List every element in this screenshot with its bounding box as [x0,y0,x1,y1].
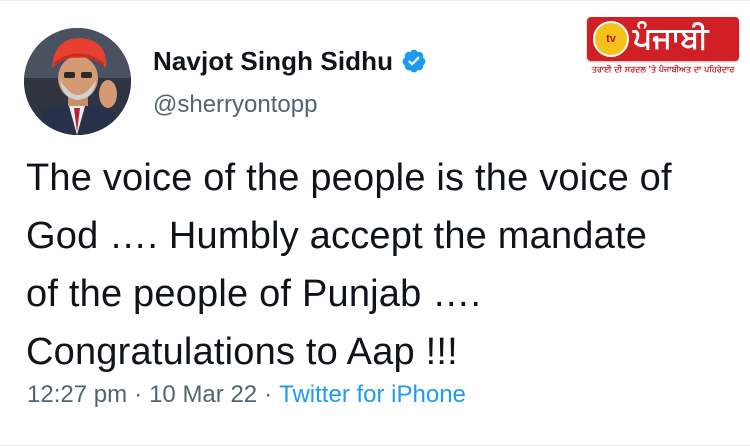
logo-badge-text: tv [606,32,616,45]
tweet-line: God …. Humbly accept the mandate [26,215,648,257]
channel-logo: tv ਪੰਜਾਬੀ ਤਰਾਈ ਦੀ ਸਰਦਲ 'ਤੇ ਪੰਜਾਬੀਅਤ ਦਾ ਪ… [581,11,749,91]
logo-tagline: ਤਰਾਈ ਦੀ ਸਰਦਲ 'ਤੇ ਪੰਜਾਬੀਅਤ ਦਾ ਪਹਿਰੇਦਾਰ [591,65,735,74]
avatar-image [24,28,131,135]
tweet-card: Navjot Singh Sidhu @sherryontopp tv ਪੰਜਾ… [0,0,750,446]
author-name-row: Navjot Singh Sidhu [153,41,427,81]
logo-box: tv ਪੰਜਾਬੀ [587,17,739,61]
tweet-line: of the people of Punjab …. [26,273,482,315]
avatar[interactable] [24,28,131,135]
tweet-line: Congratulations to Aap !!! [26,331,458,373]
author-name[interactable]: Navjot Singh Sidhu [153,46,393,77]
tv-badge-icon: tv [593,21,629,57]
tweet-source-link[interactable]: Twitter for iPhone [279,381,466,409]
tweet-time[interactable]: 12:27 pm [27,381,127,409]
verified-badge-icon [401,48,427,74]
tweet-date[interactable]: 10 Mar 22 [149,381,257,409]
author-handle[interactable]: @sherryontopp [153,91,317,119]
tweet-text: The voice of the people is the voice of … [26,149,736,381]
tweet-meta: 12:27 pm · 10 Mar 22 · Twitter for iPhon… [27,381,466,409]
logo-word: ਪੰਜਾਬੀ [633,21,709,56]
meta-separator: · [134,381,143,408]
meta-separator: · [264,381,273,408]
tweet-line: The voice of the people is the voice of [26,157,672,199]
